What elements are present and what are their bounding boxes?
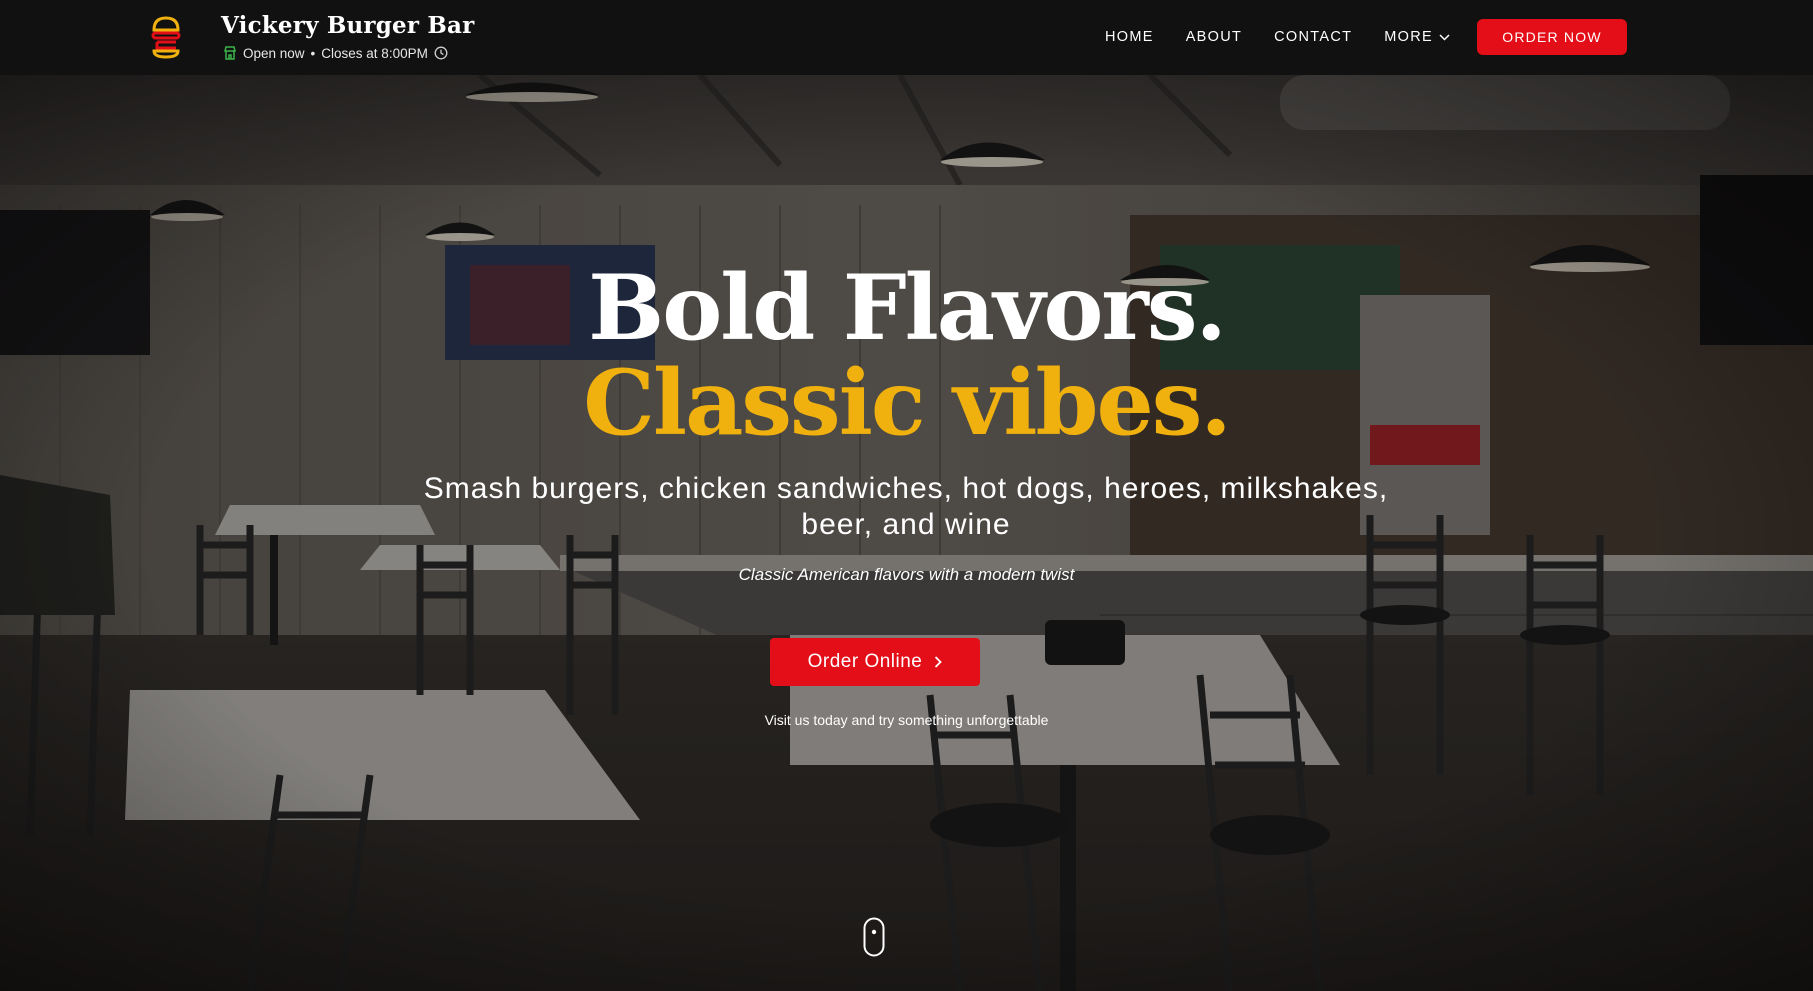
business-status: Open now • Closes at 8:00PM [223,44,448,62]
nav-contact[interactable]: CONTACT [1274,29,1352,45]
hero-tagline: Classic American flavors with a modern t… [738,565,1075,584]
nav-home[interactable]: HOME [1105,29,1154,45]
site-header: Vickery Burger Bar Open now • Closes at … [0,0,1813,75]
order-online-button[interactable]: Order Online [770,638,980,686]
headline-line-2: Classic vibes. [583,350,1231,456]
chevron-right-icon [935,656,943,668]
burger-logo-icon[interactable] [150,14,182,60]
brand-name[interactable]: Vickery Burger Bar [221,12,474,39]
nav-about[interactable]: ABOUT [1186,29,1242,45]
status-separator: • [310,45,316,61]
chevron-down-icon [1439,33,1450,41]
clock-icon[interactable] [434,46,448,60]
order-online-label: Order Online [807,651,923,672]
open-status: Open now [243,45,305,61]
closing-time: Closes at 8:00PM [321,45,428,61]
hero-subheadline: Smash burgers, chicken sandwiches, hot d… [423,472,1389,541]
store-icon [224,46,236,60]
main-nav: HOME ABOUT CONTACT MORE [1105,27,1450,47]
headline-line-1: Bold Flavors. [588,255,1227,361]
mouse-scroll-icon[interactable] [863,917,885,957]
nav-more[interactable]: MORE [1384,29,1450,45]
order-now-button[interactable]: ORDER NOW [1477,19,1627,55]
nav-more-label: MORE [1384,29,1433,45]
hero-section: Bold Flavors. Classic vibes. Smash burge… [0,75,1813,991]
visit-text: Visit us today and try something unforge… [764,712,1049,728]
hero-content: Bold Flavors. Classic vibes. Smash burge… [0,75,1813,991]
